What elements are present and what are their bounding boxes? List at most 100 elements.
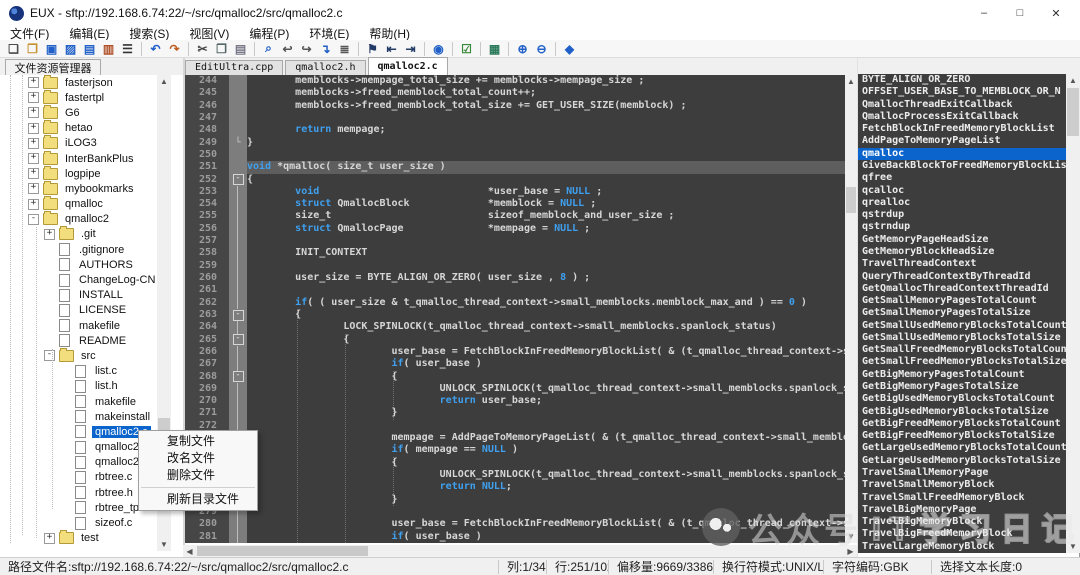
- find-previous-icon[interactable]: ↩: [278, 41, 297, 57]
- compare-icon[interactable]: ◆: [560, 41, 579, 57]
- menu-item-0[interactable]: 文件(F): [0, 25, 59, 42]
- tree-item-hetao[interactable]: + hetao: [0, 121, 183, 136]
- redo-icon[interactable]: ↷: [165, 41, 184, 57]
- function-list-scrollbar[interactable]: ▲ ▼: [1066, 74, 1080, 553]
- tree-item-label[interactable]: fastertpl: [62, 92, 107, 104]
- function-item-QmallocThreadExitCallback[interactable]: QmallocThreadExitCallback: [858, 99, 1066, 111]
- tree-item-label[interactable]: hetao: [62, 122, 96, 134]
- code-line-247[interactable]: 247: [185, 112, 845, 124]
- tree-item-src[interactable]: -src: [0, 348, 183, 363]
- function-item-qcalloc[interactable]: qcalloc: [858, 185, 1066, 197]
- tree-item-label[interactable]: .gitignore: [76, 244, 127, 256]
- tree-item-label[interactable]: makefile: [76, 320, 123, 332]
- tree-item-.git[interactable]: +.git: [0, 227, 183, 242]
- function-item-TravelSmallFreedMemoryBlock[interactable]: TravelSmallFreedMemoryBlock: [858, 492, 1066, 504]
- scroll-right-icon[interactable]: ▶: [844, 545, 857, 557]
- maximize-button[interactable]: □: [1002, 0, 1038, 26]
- code-line-264[interactable]: 264 LOCK_SPINLOCK(t_qmalloc_thread_conte…: [185, 321, 845, 333]
- fold-collapse-icon[interactable]: -: [233, 174, 244, 185]
- function-item-GetSmallFreedMemoryBlocksTotalCount[interactable]: GetSmallFreedMemoryBlocksTotalCount: [858, 344, 1066, 356]
- code-line-252[interactable]: 252-{: [185, 174, 845, 186]
- tree-item-label[interactable]: qmalloc: [62, 198, 106, 210]
- code-line-276[interactable]: 276 UNLOCK_SPINLOCK(t_qmalloc_thread_con…: [185, 469, 845, 481]
- scroll-down-icon[interactable]: ▼: [157, 538, 171, 551]
- close-file-icon[interactable]: ▥: [99, 41, 118, 57]
- previous-bookmark-icon[interactable]: ⇤: [382, 41, 401, 57]
- tree-item-label[interactable]: mybookmarks: [62, 183, 136, 195]
- expand-icon[interactable]: +: [44, 229, 55, 240]
- code-line-263[interactable]: 263- {: [185, 309, 845, 321]
- expand-icon[interactable]: +: [28, 199, 39, 210]
- tree-item-README[interactable]: README: [0, 333, 183, 348]
- code-line-261[interactable]: 261: [185, 284, 845, 296]
- context-menu-item-复制文件[interactable]: 复制文件: [139, 433, 257, 450]
- copy-icon[interactable]: ❐: [212, 41, 231, 57]
- paste-icon[interactable]: ▤: [231, 41, 250, 57]
- expand-icon[interactable]: +: [28, 153, 39, 164]
- tree-item-iLOG3[interactable]: +iLOG3: [0, 136, 183, 151]
- fold-toggle-icon[interactable]: -: [229, 309, 247, 321]
- function-item-QmallocProcessExitCallback[interactable]: QmallocProcessExitCallback: [858, 111, 1066, 123]
- save-all-files-icon[interactable]: ▤: [80, 41, 99, 57]
- tree-item-qmalloc2[interactable]: -qmalloc2: [0, 212, 183, 227]
- expand-icon[interactable]: +: [28, 183, 39, 194]
- context-menu-item-改名文件[interactable]: 改名文件: [139, 450, 257, 467]
- fold-collapse-icon[interactable]: -: [233, 310, 244, 321]
- expand-icon[interactable]: +: [28, 123, 39, 134]
- tree-item-label[interactable]: makefile: [92, 396, 139, 408]
- code-line-258[interactable]: 258 INIT_CONTEXT: [185, 247, 845, 259]
- tree-item-label[interactable]: InterBankPlus: [62, 153, 136, 165]
- function-item-GetSmallUsedMemoryBlocksTotalCount[interactable]: GetSmallUsedMemoryBlocksTotalCount: [858, 320, 1066, 332]
- function-item-TravelThreadContext[interactable]: TravelThreadContext: [858, 258, 1066, 270]
- next-bookmark-icon[interactable]: ⇥: [401, 41, 420, 57]
- code-line-256[interactable]: 256 struct QmallocPage *mempage = NULL ;: [185, 223, 845, 235]
- tree-item-label[interactable]: INSTALL: [76, 289, 126, 301]
- find-next-icon[interactable]: ↪: [297, 41, 316, 57]
- function-item-GetSmallMemoryPagesTotalCount[interactable]: GetSmallMemoryPagesTotalCount: [858, 295, 1066, 307]
- code-line-268[interactable]: 268- {: [185, 371, 845, 383]
- context-menu-item-刷新目录文件[interactable]: 刷新目录文件: [139, 491, 257, 508]
- tree-item-label[interactable]: README: [76, 335, 129, 347]
- tree-item-label[interactable]: test: [78, 532, 102, 544]
- code-line-262[interactable]: 262 if( ( user_size & t_qmalloc_thread_c…: [185, 297, 845, 309]
- tree-item-label[interactable]: LICENSE: [76, 304, 129, 316]
- tab-qmalloc2.c[interactable]: qmalloc2.c: [368, 57, 448, 75]
- function-item-GetBigFreedMemoryBlocksTotalSize[interactable]: GetBigFreedMemoryBlocksTotalSize: [858, 430, 1066, 442]
- function-item-QueryThreadContextByThreadId[interactable]: QueryThreadContextByThreadId: [858, 271, 1066, 283]
- tree-item-InterBankPlus[interactable]: + InterBankPlus: [0, 151, 183, 166]
- explorer-header-tab[interactable]: 文件资源管理器: [5, 59, 101, 76]
- editor-vscrollbar[interactable]: ▲ ▼: [845, 75, 857, 543]
- tree-item-label[interactable]: ChangeLog-CN: [76, 274, 158, 286]
- tree-item-label[interactable]: rbtree.c: [92, 471, 135, 483]
- function-item-GetLargeUsedMemoryBlocksTotalSize[interactable]: GetLargeUsedMemoryBlocksTotalSize: [858, 455, 1066, 467]
- tree-item-label[interactable]: rbtree.h: [92, 487, 136, 499]
- tree-item-label[interactable]: AUTHORS: [76, 259, 136, 271]
- task-list-icon[interactable]: ☑: [457, 41, 476, 57]
- tree-item-label[interactable]: sizeof.c: [92, 517, 135, 529]
- tree-item-makefile[interactable]: makefile: [0, 394, 183, 409]
- scroll-down-icon[interactable]: ▼: [845, 530, 857, 543]
- code-line-274[interactable]: 274 if( mempage == NULL ): [185, 444, 845, 456]
- function-item-TravelSmallMemoryPage[interactable]: TravelSmallMemoryPage: [858, 467, 1066, 479]
- navigate-back-icon[interactable]: ◉: [429, 41, 448, 57]
- function-item-qstrdup[interactable]: qstrdup: [858, 209, 1066, 221]
- tree-item-fasterjson[interactable]: +fasterjson: [0, 75, 183, 90]
- function-item-GetSmallUsedMemoryBlocksTotalSize[interactable]: GetSmallUsedMemoryBlocksTotalSize: [858, 332, 1066, 344]
- editor-vscrollbar-thumb[interactable]: [846, 187, 856, 213]
- cut-icon[interactable]: ✂: [193, 41, 212, 57]
- function-item-GetQmallocThreadContextThreadId[interactable]: GetQmallocThreadContextThreadId: [858, 283, 1066, 295]
- expand-icon[interactable]: +: [28, 168, 39, 179]
- close-button[interactable]: ✕: [1038, 0, 1074, 26]
- tree-item-list.h[interactable]: list.h: [0, 379, 183, 394]
- zoom-out-icon[interactable]: ⊖: [532, 41, 551, 57]
- tree-item-G6[interactable]: +G6: [0, 105, 183, 120]
- tree-item-logpipe[interactable]: + logpipe: [0, 166, 183, 181]
- tree-item-label[interactable]: logpipe: [62, 168, 103, 180]
- code-line-246[interactable]: 246 memblocks->freed_memblock_total_size…: [185, 100, 845, 112]
- code-line-278[interactable]: 278 }: [185, 494, 845, 506]
- tree-item-LICENSE[interactable]: LICENSE: [0, 303, 183, 318]
- code-line-277[interactable]: 277 return NULL;: [185, 481, 845, 493]
- function-item-GetMemoryBlockHeadSize[interactable]: GetMemoryBlockHeadSize: [858, 246, 1066, 258]
- code-line-245[interactable]: 245 memblocks->freed_memblock_total_coun…: [185, 87, 845, 99]
- function-item-GetBigMemoryPagesTotalSize[interactable]: GetBigMemoryPagesTotalSize: [858, 381, 1066, 393]
